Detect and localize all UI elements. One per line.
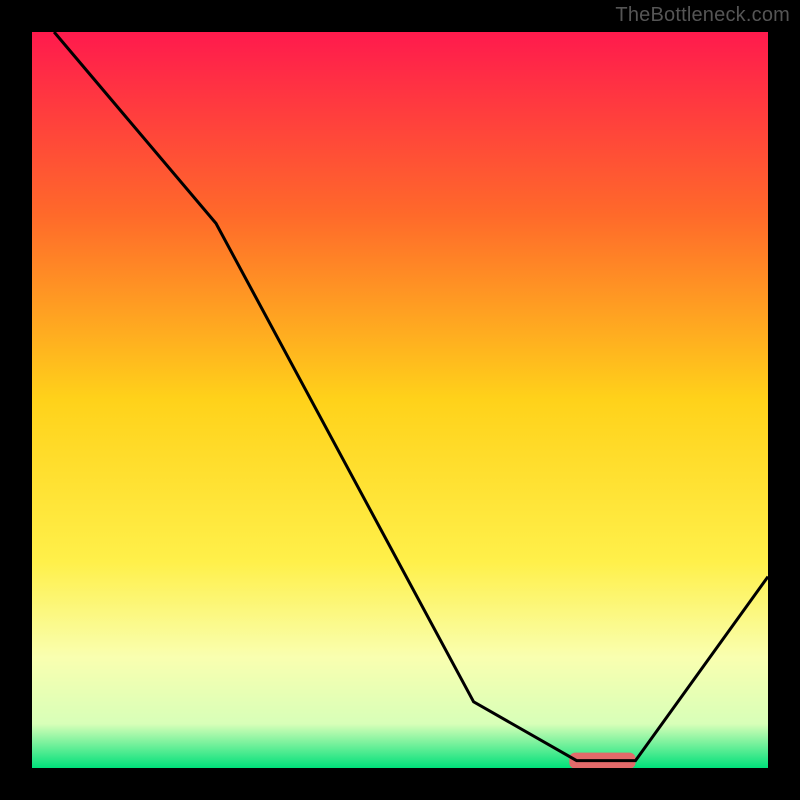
gradient-background — [32, 32, 768, 768]
chart-frame: TheBottleneck.com — [0, 0, 800, 800]
watermark-label: TheBottleneck.com — [615, 4, 790, 27]
bottleneck-chart — [0, 0, 800, 800]
